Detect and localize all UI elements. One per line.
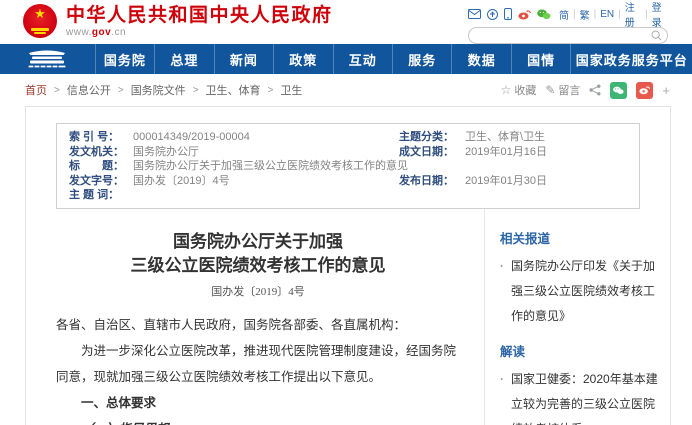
related-sidebar: 相关报道 · 国务院办公厅印发《关于加强三级公立医院绩效考核工作的意见》 解读 …	[485, 209, 670, 425]
bullet-icon: ·	[500, 254, 504, 279]
interpretation-heading: 解读	[500, 341, 658, 360]
meta-value-title: 国务院办公厅关于加强三级公立医院绩效考核工作的意见	[133, 159, 627, 174]
star-icon: ☆	[501, 83, 512, 97]
pencil-icon: ✎	[545, 83, 555, 97]
document-text: 各省、自治区、直辖市人民政府，国务院各部委、各直属机构： 为进一步深化公立医院改…	[56, 312, 460, 425]
nav-item-national[interactable]: 国情	[512, 44, 571, 74]
register-link[interactable]: 注册	[625, 0, 641, 29]
site-header: ★ 中华人民共和国中央人民政府 www.gov.cn	[0, 0, 692, 44]
accessibility-icon[interactable]	[487, 9, 498, 20]
related-reports-heading: 相关报道	[500, 228, 658, 247]
header-right: 简 | 繁 | EN | 注册 | 登录	[468, 7, 668, 44]
lang-english[interactable]: EN	[600, 9, 614, 20]
meta-label-doc-number: 发文字号：	[69, 174, 133, 189]
breadcrumb-home[interactable]: 首页	[25, 82, 47, 98]
nav-item-data[interactable]: 数据	[452, 44, 511, 74]
paragraph-section-heading: 一、总体要求	[56, 390, 460, 416]
comment-button[interactable]: ✎ 留言	[545, 82, 580, 98]
meta-row: 发文机关： 国务院办公厅 成文日期： 2019年01月16日	[69, 145, 627, 160]
meta-value-written-date: 2019年01月16日	[465, 145, 627, 160]
login-link[interactable]: 登录	[652, 0, 668, 29]
meta-label-category: 主题分类：	[399, 130, 465, 145]
search-box[interactable]	[468, 27, 668, 44]
lang-links: 简 | 繁 | EN | 注册 | 登录	[559, 0, 668, 29]
site-title: 中华人民共和国中央人民政府	[66, 5, 333, 27]
lang-simplified[interactable]: 简	[559, 7, 569, 22]
nav-item-policy[interactable]: 政策	[274, 44, 333, 74]
favorite-button[interactable]: ☆ 收藏	[501, 82, 537, 98]
meta-value-category: 卫生、体育\卫生	[465, 130, 627, 145]
weibo-icon[interactable]	[518, 9, 531, 20]
nav-item-interact[interactable]: 互动	[334, 44, 393, 74]
lang-traditional[interactable]: 繁	[580, 7, 590, 22]
breadcrumb-health[interactable]: 卫生	[280, 82, 302, 98]
nav-home-tiananmen-icon[interactable]	[0, 44, 96, 74]
mail-icon[interactable]	[468, 9, 481, 19]
share-wechat-icon[interactable]	[610, 82, 627, 99]
meta-label-title: 标 题：	[69, 159, 133, 174]
nav-item-state-council[interactable]: 国务院	[96, 44, 155, 74]
meta-label-issuer: 发文机关：	[69, 145, 133, 160]
nav-item-services[interactable]: 服务	[393, 44, 452, 74]
national-emblem-icon: ★	[23, 4, 57, 38]
meta-value-keywords	[133, 188, 627, 203]
meta-value-issuer: 国务院办公厅	[133, 145, 399, 160]
meta-row: 发文字号： 国办发〔2019〕4号 发布日期： 2019年01月30日	[69, 174, 627, 189]
site-brand[interactable]: ★ 中华人民共和国中央人民政府 www.gov.cn	[23, 4, 333, 38]
breadcrumb-info-disclosure[interactable]: 信息公开	[67, 82, 111, 98]
meta-row: 标 题： 国务院办公厅关于加强三级公立医院绩效考核工作的意见	[69, 159, 627, 174]
document-body-area: 国务院办公厅关于加强 三级公立医院绩效考核工作的意见 国办发〔2019〕4号 各…	[26, 209, 485, 425]
nav-item-premier[interactable]: 总理	[155, 44, 214, 74]
meta-label-keywords: 主 题 词：	[69, 188, 133, 203]
paragraph-intro: 为进一步深化公立医院改革，推进现代医院管理制度建设，经国务院同意，现就加强三级公…	[56, 338, 460, 390]
meta-row: 索 引 号： 000014349/2019-00004 主题分类： 卫生、体育\…	[69, 130, 627, 145]
search-icon[interactable]	[651, 30, 662, 41]
related-report-link[interactable]: · 国务院办公厅印发《关于加强三级公立医院绩效考核工作的意见》	[500, 254, 658, 329]
breadcrumb-state-council-docs[interactable]: 国务院文件	[131, 82, 186, 98]
main-nav: 国务院 总理 新闻 政策 互动 服务 数据 国情 国家政务服务平台	[0, 44, 692, 74]
site-url: www.gov.cn	[66, 27, 333, 38]
meta-label-written-date: 成文日期：	[399, 145, 465, 160]
share-weibo-icon[interactable]	[636, 82, 653, 99]
document-title: 国务院办公厅关于加强 三级公立医院绩效考核工作的意见	[56, 230, 460, 278]
meta-value-publish-date: 2019年01月30日	[465, 174, 627, 189]
paragraph-salutation: 各省、自治区、直辖市人民政府，国务院各部委、各直属机构：	[56, 312, 460, 338]
share-icon[interactable]	[589, 84, 601, 96]
breadcrumb-actions: ☆ 收藏 ✎ 留言 +	[501, 82, 670, 99]
mobile-icon[interactable]	[504, 8, 512, 20]
bullet-icon: ·	[500, 367, 504, 392]
paragraph-subsection-heading: （一）指导思想。	[56, 416, 460, 425]
meta-value-index: 000014349/2019-00004	[133, 130, 399, 145]
document-meta-table: 索 引 号： 000014349/2019-00004 主题分类： 卫生、体育\…	[56, 123, 640, 209]
wechat-icon[interactable]	[537, 9, 551, 20]
breadcrumb-health-sports[interactable]: 卫生、体育	[206, 82, 261, 98]
meta-label-index: 索 引 号：	[69, 130, 133, 145]
meta-label-publish-date: 发布日期：	[399, 174, 465, 189]
nav-item-gov-service-platform[interactable]: 国家政务服务平台	[571, 44, 692, 74]
breadcrumb: 首页 > 信息公开 > 国务院文件 > 卫生、体育 > 卫生 ☆ 收藏 ✎ 留言…	[25, 74, 670, 106]
document-container: 索 引 号： 000014349/2019-00004 主题分类： 卫生、体育\…	[25, 106, 671, 425]
document-number: 国办发〔2019〕4号	[56, 283, 460, 299]
interpretation-link[interactable]: · 国家卫健委：2020年基本建立较为完善的三级公立医院绩效考核体系	[500, 367, 658, 425]
more-share-button[interactable]: +	[662, 83, 670, 98]
search-input[interactable]	[479, 29, 651, 42]
meta-value-doc-number: 国办发〔2019〕4号	[133, 174, 399, 189]
meta-row: 主 题 词：	[69, 188, 627, 203]
nav-item-news[interactable]: 新闻	[215, 44, 274, 74]
